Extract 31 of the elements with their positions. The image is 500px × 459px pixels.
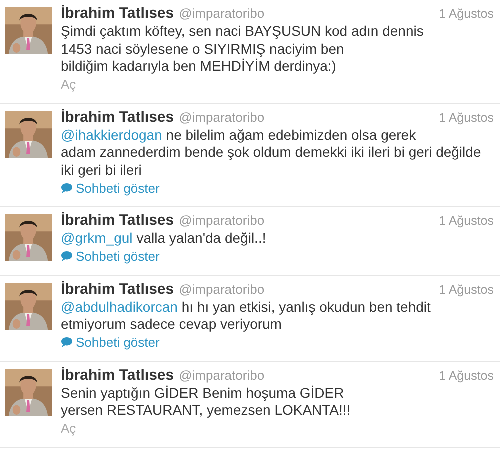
mention-link[interactable]: @abdulhadikorcan <box>61 298 178 314</box>
author-name[interactable]: İbrahim Tatlıses <box>61 212 174 229</box>
user-handle[interactable]: @imparatoribo <box>179 110 265 124</box>
show-conversation-link[interactable]: Sohbeti göster <box>76 249 160 264</box>
tweet-date[interactable]: 1 Ağustos <box>439 110 494 124</box>
author-name[interactable]: İbrahim Tatlıses <box>61 280 174 298</box>
tweet-date[interactable]: 1 Ağustos <box>439 7 494 21</box>
show-conversation-link[interactable]: Sohbeti göster <box>76 180 160 196</box>
speech-bubble-icon <box>61 251 73 262</box>
speech-bubble-icon <box>61 182 73 194</box>
tweet-text: Şimdi çaktım köftey, sen naci BAYŞUSUN kod adın dennis 1453 naci söylesene o SIYIRMIŞ naciyim ben bildiğim kadarıyla ben MEHDİYİM derdinya:) <box>61 23 425 76</box>
mention-link[interactable]: @grkm_gul <box>61 230 133 246</box>
user-handle[interactable]: @imparatoribo <box>179 282 265 296</box>
expand-link[interactable]: Aç <box>61 77 76 92</box>
tweet-text: @grkm_gul valla yalan'da değil..! <box>61 230 268 248</box>
user-handle[interactable]: @imparatoribo <box>179 6 265 21</box>
tweet-text: @ihakkierdogan ne bilelim ağam edebimizden olsa gerek adam zannederdim bende şok oldum demekki iki ileri bi geri değilde iki geri bi ileri <box>61 126 482 179</box>
author-name[interactable]: İbrahim Tatlıses <box>61 108 174 126</box>
tweet-date[interactable]: 1 Ağustos <box>439 214 494 228</box>
author-name[interactable]: İbrahim Tatlıses <box>61 5 174 22</box>
show-conversation-link[interactable]: Sohbeti göster <box>76 335 160 350</box>
tweet-date[interactable]: 1 Ağustos <box>439 282 494 296</box>
author-name[interactable]: İbrahim Tatlıses <box>61 366 174 384</box>
mention-link[interactable]: @ihakkierdogan <box>61 126 162 142</box>
user-handle[interactable]: @imparatoribo <box>179 213 265 228</box>
speech-bubble-icon <box>61 337 73 348</box>
expand-link[interactable]: Aç <box>61 421 76 436</box>
user-handle[interactable]: @imparatoribo <box>179 368 265 382</box>
tweet-text: Senin yaptığın GİDER Benim hoşuma GİDER yersen RESTAURANT, yemezsen LOKANTA!!! <box>61 384 352 420</box>
tweet-text: @abdulhadikorcan hı hı yan etkisi, yanlış okudun ben tehdit etmiyorum sadece cevap veriyorum <box>61 298 432 334</box>
tweet-date[interactable]: 1 Ağustos <box>439 368 494 382</box>
